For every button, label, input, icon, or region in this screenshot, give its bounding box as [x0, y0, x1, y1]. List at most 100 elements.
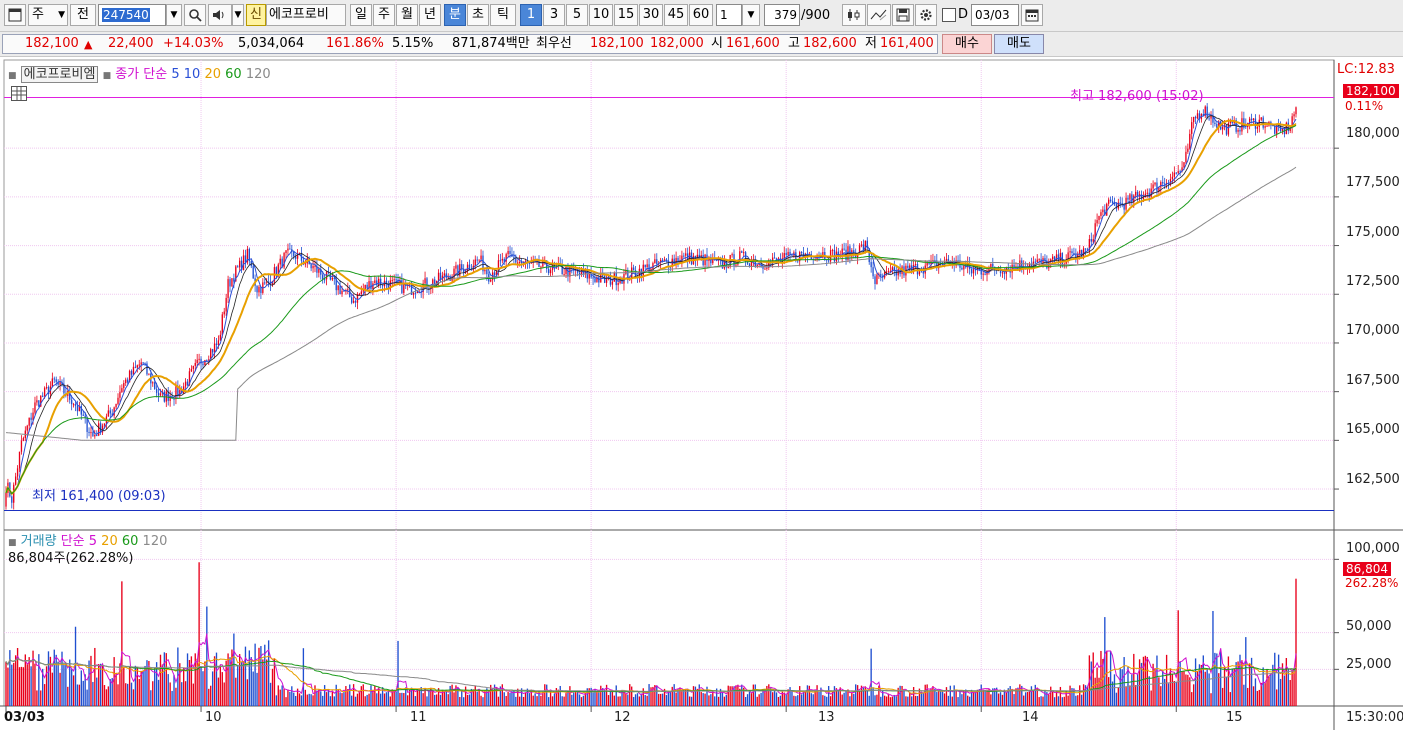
price-candle	[1096, 220, 1098, 224]
price-candle	[279, 258, 281, 265]
volume-bar	[123, 666, 125, 706]
volume-bar	[893, 694, 895, 706]
high-label: 고	[788, 36, 800, 51]
volume-bar	[20, 666, 23, 706]
volume-bar	[1156, 655, 1158, 706]
stock-name-field[interactable]: 에코프로비	[266, 4, 346, 26]
minute-60-button[interactable]: 60	[689, 4, 713, 26]
volume-bar	[387, 689, 390, 706]
price-candle	[1185, 151, 1187, 163]
speaker-icon[interactable]	[208, 4, 232, 26]
volume-bar	[578, 694, 581, 706]
volume-bar	[810, 693, 812, 706]
volume-bar	[43, 684, 46, 706]
period-second-button[interactable]: 초	[467, 4, 489, 26]
sell-button[interactable]: 매도	[994, 34, 1044, 54]
x-axis-time: 15:30:00	[1346, 710, 1403, 725]
price-candle	[1274, 126, 1276, 134]
volume-bar	[256, 672, 258, 706]
volume-bar	[891, 696, 894, 706]
price-candle	[831, 249, 834, 251]
period-week-button[interactable]: 주	[373, 4, 395, 26]
price-candle	[766, 267, 768, 269]
period-tick-button[interactable]: 틱	[490, 4, 516, 26]
price-candle	[437, 272, 440, 281]
volume-bar	[920, 692, 923, 706]
code-dropdown-chevron-icon[interactable]: ▼	[166, 4, 182, 26]
price-candle	[74, 404, 77, 406]
price-candle	[341, 290, 343, 295]
indicator-icon[interactable]	[867, 4, 891, 26]
minute-5-button[interactable]: 5	[566, 4, 588, 26]
volume-bar	[1287, 669, 1289, 706]
save-icon[interactable]	[892, 4, 914, 26]
volume-bar	[285, 697, 287, 706]
period-minute-button[interactable]: 분	[444, 4, 466, 26]
minute-45-button[interactable]: 45	[664, 4, 688, 26]
volume-tick: 50,000	[1346, 619, 1392, 634]
interval-chevron-icon[interactable]: ▼	[742, 4, 760, 26]
minute-1-button[interactable]: 1	[520, 4, 542, 26]
volume-bar	[435, 694, 438, 706]
volume-bar	[474, 685, 476, 706]
count-input[interactable]: 379	[764, 4, 800, 26]
price-candle	[1237, 129, 1239, 132]
volume-bar	[1129, 685, 1131, 706]
price-candle	[412, 292, 415, 295]
volume-bar	[544, 684, 546, 706]
volume-bar	[509, 692, 511, 706]
period-month-button[interactable]: 월	[396, 4, 418, 26]
volume-bar	[1100, 650, 1102, 706]
volume-bar	[725, 695, 727, 706]
price-candle	[990, 263, 992, 268]
chart-area[interactable]	[0, 58, 1403, 730]
minute-15-button[interactable]: 15	[614, 4, 638, 26]
minute-30-button[interactable]: 30	[639, 4, 663, 26]
buy-button[interactable]: 매수	[942, 34, 992, 54]
volume-bar	[870, 648, 872, 706]
table-view-icon[interactable]	[11, 86, 27, 101]
volume-bar	[632, 697, 635, 706]
minute-10-button[interactable]: 10	[589, 4, 613, 26]
market-type-select[interactable]: 주 ▼	[28, 4, 68, 26]
price-pane-legend: ■ 에코프로비엠 ■ 종가 단순 5 10 20 60 120	[8, 63, 271, 83]
price-candle	[76, 405, 79, 412]
volume-bar	[829, 696, 832, 706]
count-total: /900	[801, 8, 831, 23]
volume-bar	[370, 685, 372, 706]
calendar-icon[interactable]	[1021, 4, 1043, 26]
volume-bar	[1034, 684, 1036, 706]
volume-bar	[219, 665, 222, 706]
minute-3-button[interactable]: 3	[543, 4, 565, 26]
price-tick: 172,500	[1346, 274, 1400, 289]
volume-bar	[1248, 664, 1251, 706]
prev-button[interactable]: 전	[70, 4, 96, 26]
speaker-chevron-icon[interactable]: ▼	[232, 4, 244, 26]
current-price-tag: 182,100	[1343, 84, 1399, 98]
volume-bar	[13, 662, 15, 706]
volume-bar	[1123, 657, 1125, 706]
interval-input[interactable]: 1	[716, 4, 742, 26]
code-input[interactable]: 247540	[98, 4, 166, 26]
price-tick: 175,000	[1346, 225, 1400, 240]
window-menu-icon[interactable]	[4, 4, 26, 26]
period-year-button[interactable]: 년	[419, 4, 441, 26]
price-pane-title[interactable]: 에코프로비엠	[20, 66, 99, 83]
gear-icon[interactable]	[915, 4, 937, 26]
date-input[interactable]: 03/03	[971, 4, 1019, 26]
volume-bar	[468, 694, 471, 706]
candle-type-icon[interactable]	[842, 4, 866, 26]
volume-bar	[1173, 680, 1176, 706]
date-checkbox[interactable]	[942, 8, 956, 22]
price-candle	[1225, 124, 1228, 135]
volume-bar	[968, 696, 971, 706]
price-candle	[1038, 259, 1040, 261]
period-day-button[interactable]: 일	[350, 4, 372, 26]
volume-bar	[345, 686, 347, 706]
price-candle	[1003, 272, 1006, 274]
price-candle	[204, 360, 206, 366]
search-icon[interactable]	[184, 4, 206, 26]
volume-bar	[727, 685, 729, 706]
x-axis-label: 13	[818, 710, 835, 725]
volume-bar	[1052, 691, 1054, 706]
